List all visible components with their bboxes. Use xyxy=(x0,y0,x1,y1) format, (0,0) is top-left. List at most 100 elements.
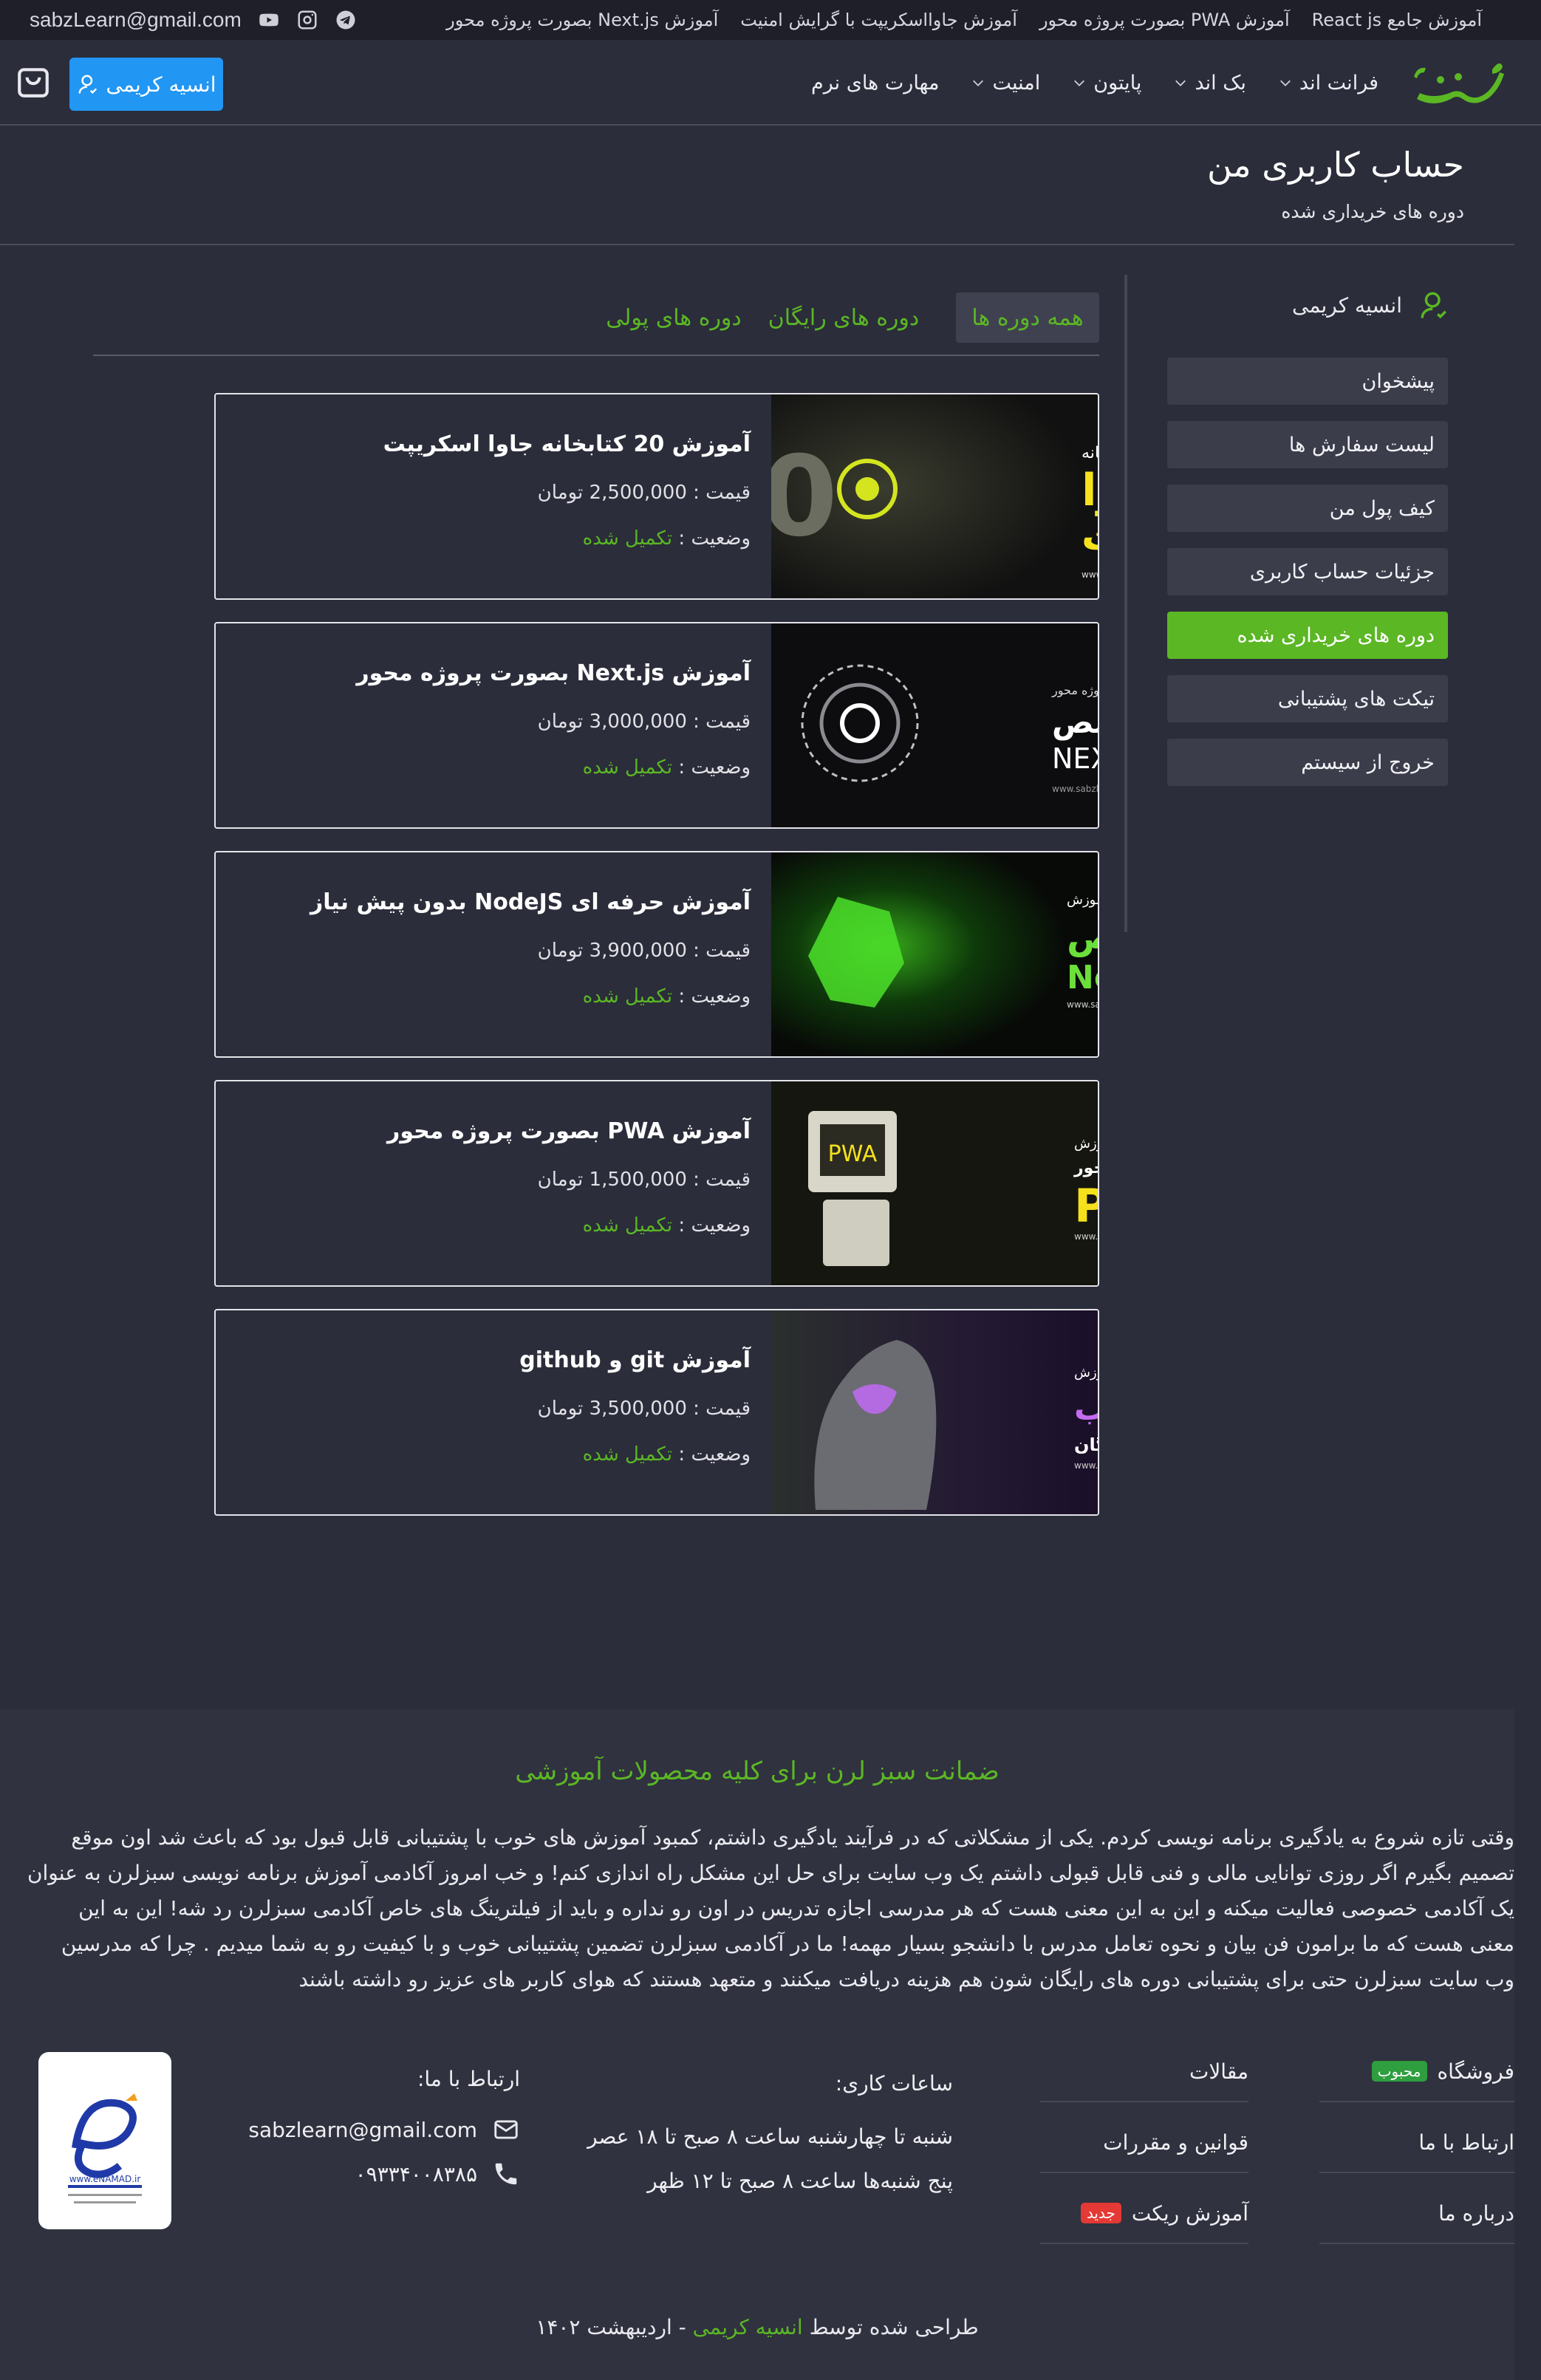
thumb-line: اسکریپت xyxy=(1082,513,1098,559)
sidebar-item-label: لیست سفارش ها xyxy=(1288,433,1435,456)
copyright-author[interactable]: انسیه کریمی xyxy=(693,2315,803,2339)
sidebar-item-tickets[interactable]: تیکت های پشتیبانی xyxy=(1167,675,1448,722)
top-link[interactable]: آموزش PWA بصورت پروژه محور xyxy=(1039,10,1290,30)
course-thumbnail: دوره آموزشی پروژه محور متخصص NEXT.js www… xyxy=(771,623,1098,827)
contact-phone[interactable]: ۰۹۳۳۴۰۰۸۳۸۵ xyxy=(355,2160,520,2188)
nav-item-label: مهارت های نرم xyxy=(810,71,940,95)
sidebar-item-orders[interactable]: لیست سفارش ها xyxy=(1167,421,1448,468)
course-card[interactable]: 20 آموزش ۲۰ کتابخانه جاوا اسکریپت www.sa… xyxy=(214,393,1099,600)
youtube-icon[interactable] xyxy=(258,9,280,31)
contact-email-text: sabzlearn@gmail.com xyxy=(248,2117,477,2142)
chevron-down-icon xyxy=(973,80,984,86)
mail-icon xyxy=(494,2120,518,2139)
course-status: وضعیت : تکمیل شده xyxy=(582,985,751,1008)
hours-line: شنبه تا چهارشنبه ساعت ۸ صبح تا ۱۸ عصر xyxy=(587,2124,953,2149)
nav-item-soft-skills[interactable]: مهارت های نرم xyxy=(811,72,939,95)
sidebar-item-dashboard[interactable]: پیشخوان xyxy=(1167,358,1448,405)
thumb-line: NEXT.js xyxy=(1052,742,1098,775)
top-link[interactable]: آموزش جامع React js xyxy=(1312,10,1482,30)
footer-link-rules[interactable]: قوانین و مقررات xyxy=(1040,2113,1248,2173)
course-title[interactable]: آموزش حرفه ای NodeJS بدون پیش نیاز xyxy=(310,889,751,915)
chevron-down-icon xyxy=(1175,80,1186,86)
account-sidebar: انسیه کریمی پیشخوان لیست سفارش ها کیف پو… xyxy=(1124,275,1541,932)
nav-item-backend[interactable]: بک اند xyxy=(1174,72,1246,95)
tab-free-courses[interactable]: دوره های رایگان xyxy=(762,293,925,343)
thumb-line: PWA xyxy=(1074,1179,1098,1233)
page-title: حساب کاربری من xyxy=(1206,145,1464,185)
sidebar-item-label: کیف پول من xyxy=(1329,496,1435,520)
course-thumbnail: 20 آموزش ۲۰ کتابخانه جاوا اسکریپت www.sa… xyxy=(771,394,1098,598)
sidebar-item-wallet[interactable]: کیف پول من xyxy=(1167,485,1448,532)
cart-icon[interactable] xyxy=(15,64,52,100)
course-card[interactable]: دوره آموزش گیت و گیتهاب برای توسعه دهندگ… xyxy=(214,1309,1099,1516)
top-bar: آموزش جامع React js آموزش PWA بصورت پروژ… xyxy=(0,0,1541,40)
footer-link-about[interactable]: درباره ما xyxy=(1319,2184,1514,2244)
status-badge: تکمیل شده xyxy=(582,1443,673,1466)
sidebar-item-purchased-courses[interactable]: دوره های خریداری شده xyxy=(1167,612,1448,659)
course-thumbnail: دوره آموزش گیت و گیتهاب برای توسعه دهندگ… xyxy=(771,1310,1098,1514)
sidebar-item-label: جزئیات حساب کاربری xyxy=(1249,560,1435,584)
footer-link-label: قوانین و مقررات xyxy=(1103,2130,1248,2155)
footer-link-articles[interactable]: مقالات xyxy=(1040,2042,1248,2102)
course-title[interactable]: آموزش PWA بصورت پروژه محور xyxy=(387,1118,751,1144)
top-link[interactable]: آموزش Next.js بصورت پروژه محور xyxy=(446,10,718,30)
nav-item-frontend[interactable]: فرانت اند xyxy=(1279,72,1378,95)
thumb-big: 20 xyxy=(771,433,838,561)
sidebar-item-label: دوره های خریداری شده xyxy=(1237,623,1435,647)
phone-icon xyxy=(495,2163,517,2185)
top-link[interactable]: آموزش جاوااسکریپت با گرایش امنیت xyxy=(740,10,1017,30)
course-title[interactable]: آموزش 20 کتابخانه جاوا اسکریپت xyxy=(383,431,751,457)
status-badge: تکمیل شده xyxy=(582,1214,673,1237)
footer-link-label: فروشگاه xyxy=(1437,2059,1514,2084)
sidebar-item-label: پیشخوان xyxy=(1361,369,1435,393)
nav-item-security[interactable]: امنیت xyxy=(971,72,1040,95)
course-card[interactable]: دوره آموزش متخصص NodeJS www.sabzlearn.ir… xyxy=(214,851,1099,1058)
footer-link-shop[interactable]: فروشگاه محبوب xyxy=(1319,2042,1514,2102)
nav-item-label: بک اند xyxy=(1195,71,1246,95)
nav-item-python[interactable]: پایتون xyxy=(1073,72,1141,95)
course-title[interactable]: آموزش Next.js بصورت پروژه محور xyxy=(356,660,751,686)
copyright: طراحی شده توسط انسیه کریمی - اردیبهشت ۱۴… xyxy=(0,2315,1514,2339)
sidebar-item-logout[interactable]: خروج از سیستم xyxy=(1167,739,1448,786)
guarantee-title: ضمانت سبز لرن برای کلیه محصولات آموزشی xyxy=(515,1757,1000,1786)
nav-item-label: فرانت اند xyxy=(1299,71,1378,95)
chevron-down-icon xyxy=(1279,80,1291,86)
footer-link-contact[interactable]: ارتباط با ما xyxy=(1319,2113,1514,2173)
main-nav: فرانت اند بک اند پایتون امنیت مهارت های … xyxy=(0,40,1541,126)
contact-title: ارتباط با ما: xyxy=(417,2067,520,2091)
course-thumbnail: دوره آموزش متخصص NodeJS www.sabzlearn.ir xyxy=(771,852,1098,1056)
enamad-trust-seal[interactable]: www.eNAMAD.ir xyxy=(38,2052,171,2229)
paragraph-line: وقتی تازه شروع به یادگیری برنامه نویسی ک… xyxy=(71,1825,1514,1850)
top-email[interactable]: sabzLearn@gmail.com xyxy=(30,8,242,32)
tab-label: همه دوره ها xyxy=(971,304,1084,331)
paragraph-line: تصمیم بگیرم اگر روزی توانایی مالی و فنی … xyxy=(27,1861,1514,1885)
course-status: وضعیت : تکمیل شده xyxy=(582,756,751,779)
footer-link-react[interactable]: آموزش ریکت جدید xyxy=(1040,2184,1248,2244)
page-header: حساب کاربری من دوره های خریداری شده xyxy=(0,127,1514,245)
sidebar-item-label: خروج از سیستم xyxy=(1301,750,1435,774)
course-card[interactable]: PWA دوره آموزش جامع و پروژه محور PWA www… xyxy=(214,1080,1099,1287)
sidebar-item-account-details[interactable]: جزئیات حساب کاربری xyxy=(1167,548,1448,595)
sabzlearn-logo[interactable] xyxy=(1405,47,1508,118)
user-icon xyxy=(1421,292,1446,319)
course-price: قیمت : 1,500,000 تومان xyxy=(537,1169,751,1191)
tab-label: دوره های پولی xyxy=(606,304,742,331)
instagram-icon[interactable] xyxy=(296,9,318,31)
tab-all-courses[interactable]: همه دوره ها xyxy=(956,293,1099,343)
thumb-line: دوره آموزش xyxy=(1074,1135,1098,1152)
status-badge: تکمیل شده xyxy=(582,985,673,1008)
contact-email[interactable]: sabzlearn@gmail.com xyxy=(248,2116,520,2144)
chevron-down-icon xyxy=(1074,80,1085,86)
course-title[interactable]: آموزش git و github xyxy=(519,1347,751,1373)
status-badge: تکمیل شده xyxy=(582,756,673,779)
user-button-label: انسیه کریمی xyxy=(106,72,216,97)
telegram-icon[interactable] xyxy=(335,9,357,31)
thumb-big: PWA xyxy=(828,1141,878,1167)
user-account-button[interactable]: انسیه کریمی xyxy=(69,58,223,111)
thumb-line: متخصص xyxy=(1052,704,1098,741)
tab-paid-courses[interactable]: دوره های پولی xyxy=(600,293,748,343)
course-card[interactable]: دوره آموزشی پروژه محور متخصص NEXT.js www… xyxy=(214,622,1099,829)
paragraph-line: معنی هست که ما برامون فن بیان و نحوه تعا… xyxy=(61,1932,1514,1956)
thumb-line: دوره آموزشی پروژه محور xyxy=(1051,683,1098,698)
thumb-site: www.sabzlearn.ir xyxy=(1074,1231,1098,1242)
